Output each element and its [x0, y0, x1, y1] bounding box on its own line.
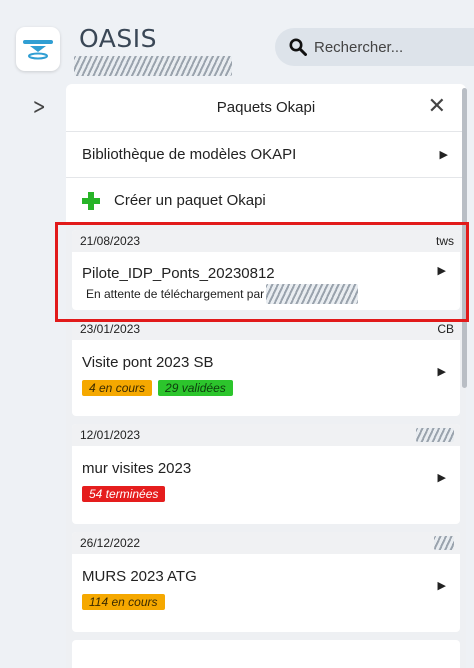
- package-card-body: mur visites 2023 54 terminées ▶: [72, 446, 460, 510]
- create-package-label: Créer un paquet Okapi: [114, 192, 266, 209]
- package-card[interactable]: 21/08/2023 tws Pilote_IDP_Ponts_20230812…: [72, 230, 460, 310]
- package-card-header: 26/12/2022: [72, 532, 460, 554]
- package-badges: 54 terminées: [82, 486, 452, 502]
- okapi-packages-panel: Paquets Okapi ✕ Bibliothèque de modèles …: [66, 84, 466, 668]
- package-date: 21/08/2023: [80, 234, 141, 248]
- search-input[interactable]: Rechercher...: [275, 28, 474, 66]
- library-label: Bibliothèque de modèles OKAPI: [82, 146, 297, 163]
- panel-header: Paquets Okapi ✕: [66, 84, 466, 132]
- package-name: Visite pont 2023 SB: [82, 354, 214, 371]
- package-card-header: 12/01/2023: [72, 424, 460, 446]
- package-date: 12/01/2023: [80, 428, 141, 442]
- package-card-body: MURS 2023 ATG 114 en cours ▶: [72, 554, 460, 618]
- oasis-logo-icon[interactable]: [16, 27, 60, 71]
- panel-scrollbar[interactable]: [462, 88, 467, 388]
- package-name: MURS 2023 ATG: [82, 568, 197, 585]
- package-name: Pilote_IDP_Ponts_20230812: [82, 265, 275, 282]
- package-card-body: Visite pont 2023 SB 4 en cours 29 validé…: [72, 340, 460, 404]
- status-badge: 29 validées: [158, 380, 233, 396]
- package-name: mur visites 2023: [82, 460, 192, 477]
- redacted-username: [74, 56, 232, 76]
- redacted-author: [416, 428, 454, 442]
- package-date: 26/12/2022: [80, 536, 141, 550]
- package-date: 23/01/2023: [80, 322, 141, 336]
- package-status: En attente de téléchargement par: [86, 287, 265, 301]
- panel-title: Paquets Okapi: [216, 99, 316, 116]
- package-badges: 4 en cours 29 validées: [82, 380, 452, 396]
- package-card[interactable]: 23/01/2023 CB Visite pont 2023 SB 4 en c…: [72, 318, 460, 416]
- redacted-author: [434, 536, 454, 550]
- create-package-button[interactable]: Créer un paquet Okapi: [66, 178, 466, 224]
- package-card-body: Pilote_IDP_Ponts_20230812 En attente de …: [72, 252, 460, 312]
- caret-right-icon: ▶: [439, 149, 448, 161]
- caret-right-icon: ▶: [437, 265, 446, 277]
- search-placeholder: Rechercher...: [314, 38, 404, 56]
- close-icon[interactable]: ✕: [428, 94, 446, 119]
- package-status-line: En attente de téléchargement par: [82, 284, 452, 304]
- search-icon: [289, 38, 307, 56]
- status-badge: 114 en cours: [82, 594, 165, 610]
- package-list: 21/08/2023 tws Pilote_IDP_Ponts_20230812…: [66, 224, 466, 668]
- app-header: OASIS Rechercher...: [0, 0, 474, 84]
- package-badges: 114 en cours: [82, 594, 452, 610]
- chevron-right-icon[interactable]: >: [33, 95, 46, 120]
- plus-icon: [82, 191, 100, 210]
- app-title: OASIS: [79, 24, 157, 53]
- status-badge: 4 en cours: [82, 380, 153, 396]
- caret-right-icon: ▶: [437, 472, 446, 484]
- package-card[interactable]: [72, 640, 460, 668]
- caret-right-icon: ▶: [437, 580, 446, 592]
- package-card[interactable]: 12/01/2023 mur visites 2023 54 terminées…: [72, 424, 460, 524]
- library-link[interactable]: Bibliothèque de modèles OKAPI ▶: [66, 132, 466, 178]
- package-card-header: 23/01/2023 CB: [72, 318, 460, 340]
- package-author: CB: [437, 322, 454, 336]
- package-card-header: 21/08/2023 tws: [72, 230, 460, 252]
- caret-right-icon: ▶: [437, 366, 446, 378]
- status-badge: 54 terminées: [82, 486, 166, 502]
- package-author: tws: [436, 234, 454, 248]
- package-card[interactable]: 26/12/2022 MURS 2023 ATG 114 en cours ▶: [72, 532, 460, 632]
- redacted-user: [266, 284, 359, 304]
